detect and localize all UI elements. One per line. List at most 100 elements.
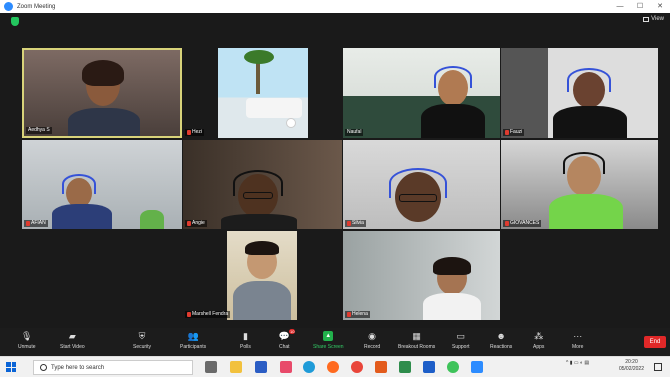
taskbar-search-box[interactable]: Type here to search bbox=[33, 360, 193, 375]
windows-taskbar: Type here to search ^ ▮ ▭ ◐ ▤ 20:20 05/0… bbox=[0, 356, 670, 377]
support-label: Support bbox=[452, 344, 470, 350]
video-tile[interactable]: AFIAN bbox=[22, 140, 182, 229]
end-meeting-button[interactable]: End bbox=[644, 336, 666, 348]
second-person-body bbox=[140, 210, 164, 229]
maximize-button[interactable]: ☐ bbox=[630, 0, 650, 13]
participant-body bbox=[52, 204, 112, 229]
participant-body bbox=[233, 281, 291, 320]
record-icon: ◉ bbox=[368, 330, 376, 341]
apps-label: Apps bbox=[533, 344, 545, 350]
participant-body bbox=[553, 106, 627, 138]
headphones-icon bbox=[567, 68, 611, 92]
messaging-app-icon[interactable] bbox=[447, 361, 459, 373]
notifications-icon[interactable] bbox=[654, 363, 662, 371]
more-button[interactable]: ··· More bbox=[572, 328, 583, 350]
share-screen-label: Share Screen bbox=[313, 344, 344, 350]
polls-label: Polls bbox=[240, 344, 251, 350]
reactions-label: Reactions bbox=[490, 344, 513, 350]
meeting-controls-toolbar: 🎙 Unmute ▰ Start Video ⛨ Security 👥 Part… bbox=[0, 328, 670, 356]
participant-name: Fauzi bbox=[510, 129, 523, 135]
unmute-button[interactable]: 🎙 Unmute bbox=[18, 328, 36, 351]
palm-tree-leaves bbox=[244, 50, 274, 64]
video-tile[interactable]: Marshell Fendra bbox=[183, 231, 342, 320]
minimize-button[interactable]: — bbox=[610, 0, 630, 13]
participant-name: Hezi bbox=[192, 129, 203, 135]
mic-muted-icon bbox=[187, 221, 191, 226]
video-tile[interactable]: Fauzi bbox=[501, 48, 658, 138]
clock-time: 20:20 bbox=[625, 359, 638, 365]
search-placeholder: Type here to search bbox=[51, 364, 105, 371]
powerpoint-icon[interactable] bbox=[375, 361, 387, 373]
window-controls: — ☐ ✕ bbox=[610, 0, 670, 13]
title-bar: Zoom Meeting — ☐ ✕ bbox=[0, 0, 670, 13]
taskbar-clock[interactable]: 20:20 05/02/2022 bbox=[619, 359, 644, 373]
system-tray-icons[interactable]: ^ ▮ ▭ ◐ ▤ bbox=[566, 360, 589, 366]
participant-name-tag: Hezi bbox=[185, 129, 205, 136]
participants-button[interactable]: 👥 Participants bbox=[180, 328, 207, 351]
start-video-label: Start Video bbox=[60, 344, 85, 350]
breakout-rooms-label: Breakout Rooms bbox=[398, 344, 436, 350]
search-icon bbox=[40, 364, 47, 371]
windows-logo-icon bbox=[11, 362, 16, 367]
video-tile[interactable]: Helena bbox=[343, 231, 500, 320]
security-label: Security bbox=[133, 344, 152, 350]
chat-label: Chat bbox=[279, 344, 290, 350]
apps-button[interactable]: ⁂ Apps bbox=[533, 328, 545, 351]
participant-name: Marshell Fendra bbox=[192, 311, 229, 317]
unmute-label: Unmute bbox=[18, 344, 36, 350]
share-screen-button[interactable]: ▲ Share Screen bbox=[313, 328, 344, 350]
close-button[interactable]: ✕ bbox=[650, 0, 670, 13]
mic-muted-icon bbox=[187, 312, 191, 317]
video-tile[interactable]: Naufal bbox=[343, 48, 500, 138]
participant-hair bbox=[245, 241, 279, 255]
security-button[interactable]: ⛨ Security bbox=[133, 328, 152, 351]
chat-icon: 💬 bbox=[278, 330, 290, 341]
participant-hair bbox=[82, 60, 124, 86]
chat-unread-badge: 10 bbox=[289, 329, 296, 334]
participant-hair bbox=[433, 257, 471, 275]
chat-button[interactable]: 💬 10 Chat bbox=[278, 328, 296, 350]
participant-name-tag: Naufal bbox=[345, 129, 364, 136]
mic-muted-icon bbox=[187, 130, 191, 135]
headphones-icon bbox=[434, 66, 472, 88]
clock-date: 05/02/2022 bbox=[618, 366, 644, 372]
headphones-icon bbox=[233, 170, 283, 196]
video-tile[interactable]: Silvia bbox=[343, 140, 500, 229]
excel-icon[interactable] bbox=[399, 361, 411, 373]
windows-logo-icon bbox=[6, 367, 11, 372]
participant-name: AFIAN bbox=[31, 220, 46, 226]
video-tile[interactable]: Hezi bbox=[183, 48, 342, 138]
video-tile[interactable]: Aedhya S bbox=[22, 48, 182, 138]
edge-icon[interactable] bbox=[303, 361, 315, 373]
more-label: More bbox=[572, 344, 584, 350]
zoom-taskbar-icon[interactable] bbox=[471, 361, 483, 373]
video-tile[interactable]: Angie bbox=[183, 140, 342, 229]
video-tile[interactable]: GIOVANCES bbox=[501, 140, 658, 229]
participant-name-tag: Fauzi bbox=[503, 129, 525, 136]
word-icon[interactable] bbox=[255, 361, 267, 373]
breakout-rooms-button[interactable]: ▦ Breakout Rooms bbox=[398, 328, 436, 351]
app-icon[interactable] bbox=[280, 361, 292, 373]
record-button[interactable]: ◉ Record bbox=[364, 328, 380, 351]
clock-decor bbox=[286, 118, 296, 128]
microphone-muted-icon: 🎙 bbox=[21, 330, 33, 341]
white-sofa bbox=[246, 98, 302, 118]
shield-icon: ⛨ bbox=[138, 330, 146, 341]
encryption-shield-icon[interactable] bbox=[11, 17, 19, 26]
view-button[interactable]: View bbox=[643, 16, 664, 22]
more-icon: ··· bbox=[573, 331, 583, 341]
chrome-icon[interactable] bbox=[351, 361, 363, 373]
windows-start-button[interactable] bbox=[6, 362, 16, 372]
firefox-icon[interactable] bbox=[327, 361, 339, 373]
participants-label: Participants bbox=[180, 344, 207, 350]
word-document-icon[interactable] bbox=[423, 361, 435, 373]
apps-icon: ⁂ bbox=[534, 330, 544, 341]
reactions-button[interactable]: ☻ Reactions bbox=[490, 328, 512, 350]
support-icon: ▭ bbox=[456, 330, 465, 341]
file-explorer-icon[interactable] bbox=[230, 361, 242, 373]
polls-button[interactable]: ▮ Polls bbox=[240, 328, 251, 351]
support-button[interactable]: ▭ Support bbox=[452, 328, 470, 351]
task-view-icon[interactable] bbox=[205, 361, 217, 373]
mic-muted-icon bbox=[505, 130, 509, 135]
start-video-button[interactable]: ▰ Start Video bbox=[60, 328, 85, 351]
